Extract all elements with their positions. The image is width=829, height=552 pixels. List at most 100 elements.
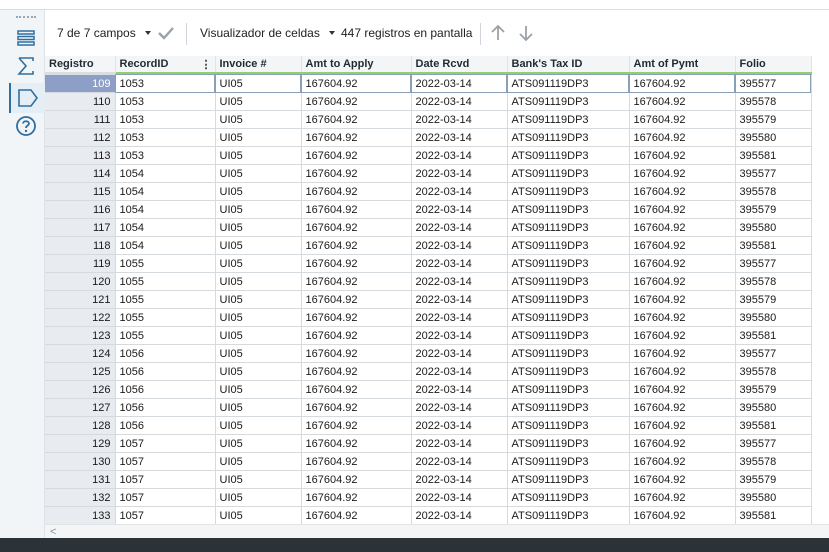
table-cell[interactable]: 167604.92 bbox=[629, 200, 736, 219]
table-row[interactable]: 125 1056 UI05 167604.92 2022-03-14 ATS091119D… bbox=[45, 362, 812, 381]
table-cell[interactable]: 1054 bbox=[115, 164, 216, 183]
table-cell[interactable]: UI05 bbox=[215, 308, 302, 327]
table-cell[interactable]: UI05 bbox=[215, 164, 302, 183]
table-cell[interactable]: ATS091119DP3 bbox=[507, 398, 630, 417]
table-cell[interactable]: 395579 bbox=[735, 290, 812, 309]
scroll-down-button[interactable] bbox=[518, 10, 534, 56]
table-row[interactable]: 129 1057 UI05 167604.92 2022-03-14 ATS091119D… bbox=[45, 434, 812, 453]
table-cell[interactable]: 395581 bbox=[735, 506, 812, 524]
list-icon[interactable] bbox=[14, 26, 38, 50]
tag-icon[interactable] bbox=[9, 83, 45, 113]
table-row[interactable]: 121 1055 UI05 167604.92 2022-03-14 ATS091119D… bbox=[45, 290, 812, 309]
table-cell[interactable]: 167604.92 bbox=[301, 308, 412, 327]
table-cell[interactable]: UI05 bbox=[215, 254, 302, 273]
table-cell[interactable]: 167604.92 bbox=[301, 434, 412, 453]
table-cell[interactable]: 395577 bbox=[735, 344, 812, 363]
table-cell[interactable]: ATS091119DP3 bbox=[507, 73, 630, 93]
row-number[interactable]: 120 bbox=[45, 272, 116, 291]
table-row[interactable]: 118 1054 UI05 167604.92 2022-03-14 ATS091119D… bbox=[45, 236, 812, 255]
table-row[interactable]: 109 1053 UI05 167604.92 2022-03-14 ATS091119D… bbox=[45, 73, 812, 93]
data-grid[interactable]: Registro RecordID ⋮ Invoice # Amt to Appl… bbox=[45, 56, 829, 524]
table-cell[interactable]: 395578 bbox=[735, 272, 812, 291]
table-row[interactable]: 120 1055 UI05 167604.92 2022-03-14 ATS091119D… bbox=[45, 272, 812, 291]
scroll-up-button[interactable] bbox=[490, 10, 506, 56]
table-cell[interactable]: UI05 bbox=[215, 326, 302, 345]
column-menu-icon[interactable]: ⋮ bbox=[201, 58, 212, 71]
table-row[interactable]: 111 1053 UI05 167604.92 2022-03-14 ATS091119D… bbox=[45, 110, 812, 129]
table-cell[interactable]: 395577 bbox=[735, 434, 812, 453]
table-cell[interactable]: 167604.92 bbox=[301, 236, 412, 255]
drag-grip[interactable] bbox=[16, 16, 36, 20]
table-cell[interactable]: 167604.92 bbox=[629, 416, 736, 435]
table-cell[interactable]: 167604.92 bbox=[629, 92, 736, 111]
row-number[interactable]: 117 bbox=[45, 218, 116, 237]
table-cell[interactable]: ATS091119DP3 bbox=[507, 344, 630, 363]
table-cell[interactable]: UI05 bbox=[215, 344, 302, 363]
table-cell[interactable]: 167604.92 bbox=[629, 218, 736, 237]
table-cell[interactable]: 167604.92 bbox=[301, 272, 412, 291]
table-cell[interactable]: 167604.92 bbox=[301, 92, 412, 111]
table-cell[interactable]: 1054 bbox=[115, 200, 216, 219]
table-cell[interactable]: 1056 bbox=[115, 416, 216, 435]
table-cell[interactable]: ATS091119DP3 bbox=[507, 128, 630, 147]
table-cell[interactable]: 2022-03-14 bbox=[411, 254, 508, 273]
table-row[interactable]: 117 1054 UI05 167604.92 2022-03-14 ATS091119D… bbox=[45, 218, 812, 237]
cell-viewer-selector[interactable]: Visualizador de celdas bbox=[200, 10, 335, 56]
table-cell[interactable]: 1056 bbox=[115, 380, 216, 399]
column-header-amt-to-apply[interactable]: Amt to Apply bbox=[301, 56, 412, 75]
table-cell[interactable]: 167604.92 bbox=[301, 200, 412, 219]
apply-button[interactable] bbox=[157, 10, 175, 56]
table-cell[interactable]: 167604.92 bbox=[629, 308, 736, 327]
table-cell[interactable]: ATS091119DP3 bbox=[507, 362, 630, 381]
table-cell[interactable]: 167604.92 bbox=[301, 362, 412, 381]
table-cell[interactable]: 167604.92 bbox=[629, 146, 736, 165]
table-cell[interactable]: ATS091119DP3 bbox=[507, 164, 630, 183]
column-header-invoice[interactable]: Invoice # bbox=[215, 56, 302, 75]
table-cell[interactable]: 395578 bbox=[735, 92, 812, 111]
table-cell[interactable]: UI05 bbox=[215, 470, 302, 489]
column-header-amt-of-pymt[interactable]: Amt of Pymt bbox=[629, 56, 736, 75]
table-cell[interactable]: ATS091119DP3 bbox=[507, 290, 630, 309]
table-cell[interactable]: ATS091119DP3 bbox=[507, 272, 630, 291]
table-cell[interactable]: UI05 bbox=[215, 236, 302, 255]
row-number[interactable]: 130 bbox=[45, 452, 116, 471]
horizontal-scrollbar[interactable]: < bbox=[45, 524, 829, 539]
table-cell[interactable]: ATS091119DP3 bbox=[507, 488, 630, 507]
table-cell[interactable]: UI05 bbox=[215, 290, 302, 309]
table-row[interactable]: 131 1057 UI05 167604.92 2022-03-14 ATS091119D… bbox=[45, 470, 812, 489]
row-number[interactable]: 125 bbox=[45, 362, 116, 381]
table-row[interactable]: 112 1053 UI05 167604.92 2022-03-14 ATS091119D… bbox=[45, 128, 812, 147]
table-cell[interactable]: ATS091119DP3 bbox=[507, 200, 630, 219]
table-cell[interactable]: 1055 bbox=[115, 290, 216, 309]
table-cell[interactable]: 167604.92 bbox=[301, 506, 412, 524]
table-cell[interactable]: 395581 bbox=[735, 416, 812, 435]
sigma-icon[interactable] bbox=[14, 54, 38, 78]
row-number[interactable]: 114 bbox=[45, 164, 116, 183]
table-cell[interactable]: 2022-03-14 bbox=[411, 218, 508, 237]
row-number[interactable]: 131 bbox=[45, 470, 116, 489]
table-cell[interactable]: 2022-03-14 bbox=[411, 362, 508, 381]
table-cell[interactable]: 2022-03-14 bbox=[411, 434, 508, 453]
table-cell[interactable]: 167604.92 bbox=[629, 164, 736, 183]
table-row[interactable]: 115 1054 UI05 167604.92 2022-03-14 ATS091119D… bbox=[45, 182, 812, 201]
table-cell[interactable]: 1057 bbox=[115, 452, 216, 471]
table-cell[interactable]: 1055 bbox=[115, 272, 216, 291]
table-cell[interactable]: 395581 bbox=[735, 236, 812, 255]
table-cell[interactable]: 2022-03-14 bbox=[411, 506, 508, 524]
row-number[interactable]: 118 bbox=[45, 236, 116, 255]
table-cell[interactable]: 167604.92 bbox=[629, 488, 736, 507]
table-cell[interactable]: 167604.92 bbox=[301, 182, 412, 201]
table-cell[interactable]: 167604.92 bbox=[629, 398, 736, 417]
table-cell[interactable]: 167604.92 bbox=[629, 380, 736, 399]
table-cell[interactable]: 167604.92 bbox=[629, 470, 736, 489]
table-cell[interactable]: UI05 bbox=[215, 182, 302, 201]
table-cell[interactable]: 1056 bbox=[115, 344, 216, 363]
table-row[interactable]: 123 1055 UI05 167604.92 2022-03-14 ATS091119D… bbox=[45, 326, 812, 345]
table-cell[interactable]: 395577 bbox=[735, 164, 812, 183]
table-cell[interactable]: 167604.92 bbox=[629, 128, 736, 147]
table-cell[interactable]: 167604.92 bbox=[301, 73, 412, 93]
table-row[interactable]: 130 1057 UI05 167604.92 2022-03-14 ATS091119D… bbox=[45, 452, 812, 471]
help-icon[interactable] bbox=[14, 114, 38, 138]
table-cell[interactable]: 395578 bbox=[735, 452, 812, 471]
table-cell[interactable]: UI05 bbox=[215, 272, 302, 291]
